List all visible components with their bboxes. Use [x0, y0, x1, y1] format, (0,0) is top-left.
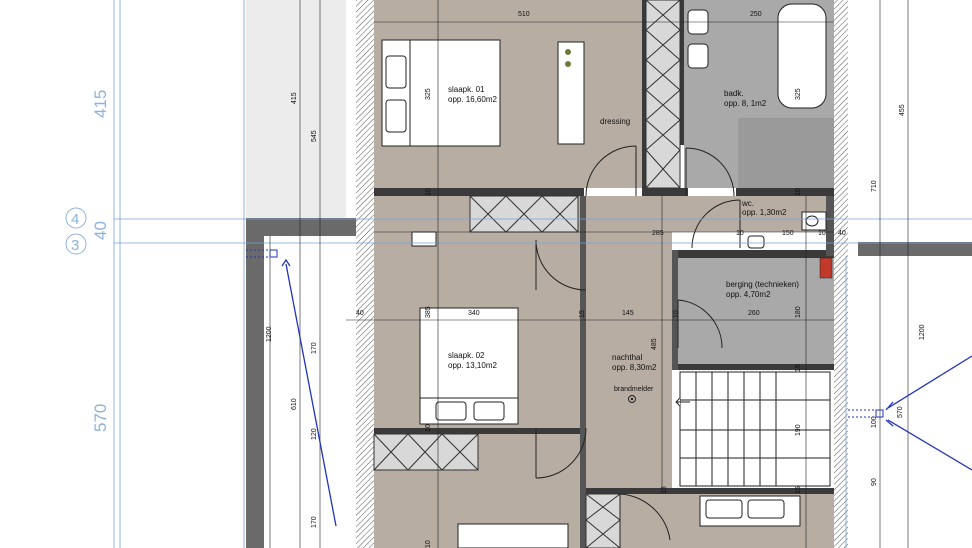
room-area-berging: opp. 4,70m2: [726, 290, 771, 299]
room-label-nachthal: nachthal: [612, 353, 642, 362]
dim-545: 545: [311, 130, 318, 142]
dim-40-a: 40: [356, 310, 364, 317]
room-label-dressing: dressing: [600, 117, 630, 126]
room-label-wc: wc.: [741, 199, 754, 208]
room-area-nachthal: opp. 8,30m2: [612, 363, 657, 372]
dim-90: 90: [871, 478, 878, 486]
dim-190: 190: [795, 424, 802, 436]
dim-385: 385: [425, 306, 432, 318]
grid-axis-4: 4: [71, 211, 79, 228]
dim-10-c: 10: [736, 230, 744, 237]
dim-485: 485: [651, 338, 658, 350]
dim-15-d: 15: [661, 486, 668, 494]
dim-15-a: 15: [579, 310, 586, 318]
dim-10-d: 10: [818, 230, 826, 237]
dim-455: 455: [899, 104, 906, 116]
staircase: [675, 371, 831, 487]
dim-285: 285: [652, 230, 664, 237]
room-label-berging: berging (technieken): [726, 280, 799, 289]
plant-icon: [565, 49, 571, 55]
plant-icon: [565, 61, 571, 67]
dim-100: 100: [871, 416, 878, 428]
left-terrace-area: [246, 0, 346, 218]
left-ground-strip: [246, 236, 264, 548]
dim-40-large: 40: [91, 221, 110, 240]
dim-170-b: 170: [311, 516, 318, 528]
dim-150: 150: [782, 230, 794, 237]
dim-1200-b: 1200: [919, 324, 926, 340]
dim-260: 260: [748, 310, 760, 317]
dim-10-g: 10: [425, 540, 432, 548]
dim-10-f: 10: [425, 424, 432, 432]
dim-10-b: 10: [795, 188, 802, 196]
dim-120: 120: [311, 428, 318, 440]
dim-415-large: 415: [91, 90, 110, 118]
dim-415: 415: [291, 92, 298, 104]
dim-40-b: 40: [838, 230, 846, 237]
dim-610: 610: [291, 398, 298, 410]
dim-325-b: 325: [795, 88, 802, 100]
dim-710: 710: [871, 180, 878, 192]
room-area-slaapk-01: opp. 16,60m2: [448, 95, 497, 104]
grid-axis-3: 3: [71, 237, 79, 254]
brandmelder-label: brandmelder: [614, 386, 654, 393]
dim-340: 340: [468, 310, 480, 317]
dim-570: 570: [897, 406, 904, 418]
room-area-badk: opp. 8, 1m2: [724, 99, 767, 108]
room-label-slaapk-01: slaapk. 01: [448, 85, 485, 94]
smoke-detector-dot: [630, 397, 634, 401]
dressing-cabinet: [557, 41, 585, 145]
floor-plan: 4 3 415 40 570 slaapk. 01 opp. 16,60m2 d…: [65, 0, 972, 548]
left-ground-ledge: [246, 218, 356, 236]
dim-15-b: 15: [795, 364, 802, 372]
dim-145: 145: [622, 310, 634, 317]
dim-510: 510: [518, 11, 530, 18]
dim-15-c: 15: [795, 486, 802, 494]
dim-325-a: 325: [425, 88, 432, 100]
dim-170-a: 170: [311, 342, 318, 354]
dim-250: 250: [750, 11, 762, 18]
dim-1200-a: 1200: [266, 326, 273, 342]
technical-unit: [819, 257, 833, 279]
room-area-wc: opp. 1,30m2: [742, 208, 787, 217]
dim-180: 180: [795, 306, 802, 318]
dim-10-a: 10: [425, 188, 432, 196]
dim-10-e: 10: [673, 310, 680, 318]
small-cabinet: [411, 231, 437, 247]
room-area-slaapk-02: opp. 13,10m2: [448, 361, 497, 370]
dim-570-large: 570: [91, 404, 110, 432]
room-label-slaapk-02: slaapk. 02: [448, 351, 485, 360]
room-label-badk: badk.: [724, 89, 744, 98]
right-ground-ledge: [858, 242, 972, 256]
